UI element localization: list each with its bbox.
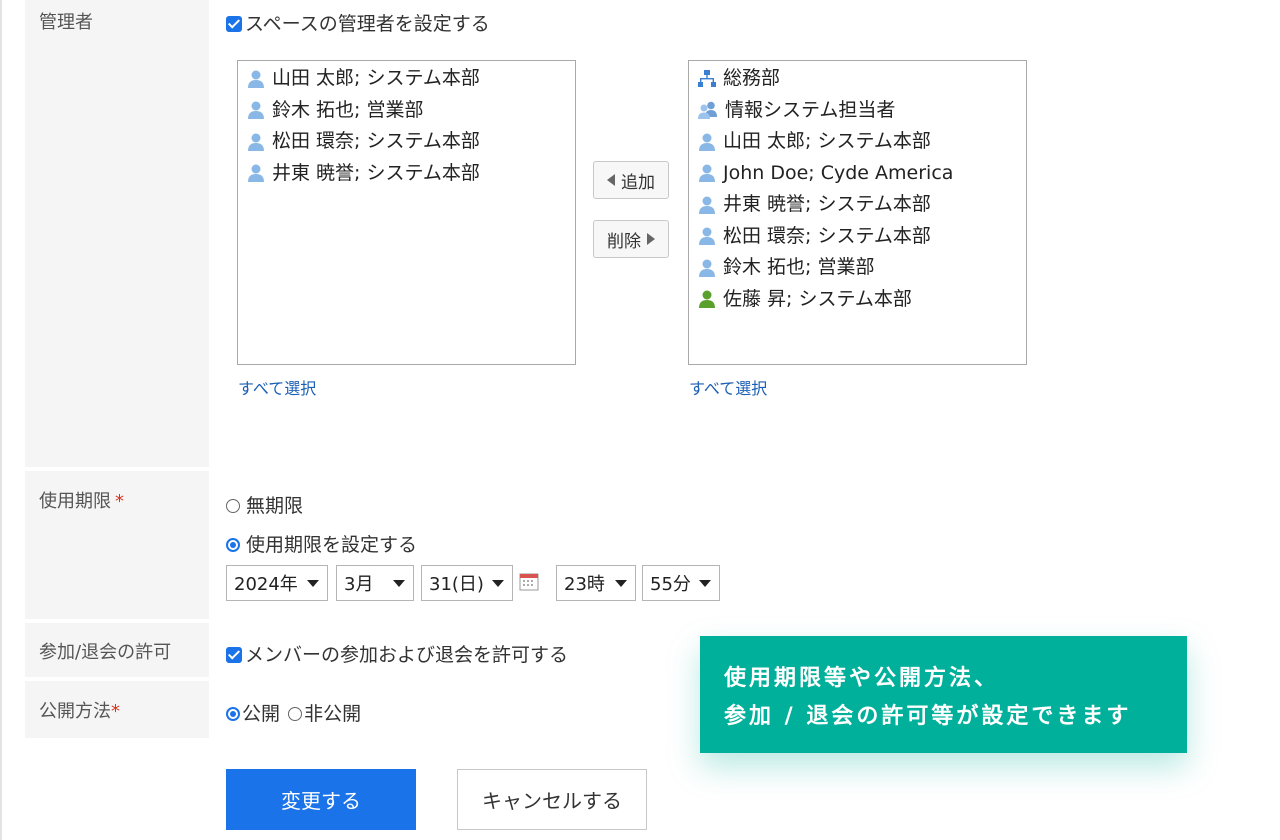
required-mark: * (115, 491, 124, 512)
publish-options: 公開 非公開 (226, 699, 361, 726)
hour-select[interactable]: 23時 (556, 565, 636, 601)
triangle-right-icon (647, 233, 655, 245)
callout-line-2: 参加 / 退会の許可等が設定できます (724, 704, 1132, 729)
list-item-label: 総務部 (723, 67, 781, 89)
cancel-button[interactable]: キャンセルする (457, 769, 647, 830)
admin-label-cell: 管理者 (25, 0, 209, 467)
publish-public-radio[interactable] (226, 707, 240, 721)
chevron-down-icon (615, 580, 627, 587)
chevron-down-icon (699, 580, 711, 587)
list-item-label: 松田 環奈; システム本部 (723, 224, 931, 247)
list-item[interactable]: 鈴木 拓也; 営業部 (689, 252, 1026, 284)
expiry-set-option[interactable]: 使用期限を設定する (226, 530, 417, 557)
add-button[interactable]: 追加 (593, 161, 669, 199)
publish-label-cell: 公開方法* (25, 681, 209, 738)
admin-checkbox[interactable] (226, 16, 242, 32)
expiry-label: 使用期限 * (39, 491, 124, 512)
list-item[interactable]: 総務部 (689, 63, 1026, 95)
admin-label: 管理者 (39, 12, 93, 33)
list-item-label: 鈴木 拓也; 営業部 (723, 256, 875, 278)
participation-checkbox[interactable] (226, 647, 242, 663)
list-item[interactable]: 山田 太郎; システム本部 (689, 126, 1026, 158)
submit-button[interactable]: 変更する (226, 769, 416, 830)
list-item[interactable]: 山田 太郎; システム本部 (238, 63, 575, 95)
list-item[interactable]: 鈴木 拓也; 営業部 (238, 95, 575, 127)
org-icon (697, 69, 723, 89)
remove-button[interactable]: 削除 (593, 220, 669, 258)
list-item[interactable]: 井東 暁誉; システム本部 (689, 189, 1026, 221)
expiry-set-radio[interactable] (226, 538, 240, 552)
list-item-label: 情報システム担当者 (725, 98, 896, 121)
year-select[interactable]: 2024年 (226, 565, 328, 601)
triangle-left-icon (607, 174, 615, 186)
list-item-label: 井東 暁誉; システム本部 (723, 193, 931, 215)
required-mark: * (111, 701, 120, 722)
list-item[interactable]: John Doe; Cyde America (689, 158, 1026, 190)
candidate-list[interactable]: 総務部情報システム担当者山田 太郎; システム本部 John Doe; Cyde … (688, 60, 1027, 365)
user-icon (697, 226, 723, 246)
feature-callout: 使用期限等や公開方法、 参加 / 退会の許可等が設定できます (700, 636, 1187, 753)
select-all-right-link[interactable]: すべて選択 (689, 375, 767, 399)
user-icon (697, 132, 723, 152)
user-icon (697, 163, 723, 183)
chevron-down-icon (393, 580, 405, 587)
user-icon (697, 195, 723, 215)
user-icon (246, 69, 272, 89)
user-green-icon (697, 289, 723, 309)
user-icon (246, 163, 272, 183)
list-item[interactable]: 井東 暁誉; システム本部 (238, 158, 575, 190)
list-item-label: 山田 太郎; システム本部 (272, 67, 480, 89)
expiry-unlimited-radio[interactable] (226, 499, 240, 513)
user-icon (246, 100, 272, 120)
admin-checkbox-label: スペースの管理者を設定する (245, 13, 490, 35)
list-item-label: 松田 環奈; システム本部 (272, 130, 480, 152)
list-item[interactable]: 松田 環奈; システム本部 (238, 126, 575, 158)
selected-admins-list[interactable]: 山田 太郎; システム本部 鈴木 拓也; 営業部松田 環奈; システム本部 井東 暁… (237, 60, 576, 365)
callout-line-1: 使用期限等や公開方法、 (724, 666, 1000, 691)
day-select[interactable]: 31(日) (421, 565, 513, 601)
list-item-label: John Doe; Cyde America (723, 161, 954, 184)
month-select[interactable]: 3月 (336, 565, 414, 601)
group-icon (697, 100, 725, 120)
calendar-icon[interactable] (519, 571, 539, 595)
admin-checkbox-row[interactable]: スペースの管理者を設定する (226, 9, 490, 36)
publish-private-option[interactable]: 非公開 (286, 703, 361, 725)
publish-private-radio[interactable] (288, 707, 303, 721)
list-item-label: 鈴木 拓也; 営業部 (272, 98, 424, 121)
page-left-border (0, 0, 2, 840)
publish-public-option[interactable]: 公開 (226, 703, 280, 725)
chevron-down-icon (307, 580, 319, 587)
publish-label: 公開方法* (39, 701, 120, 722)
list-item[interactable]: 松田 環奈; システム本部 (689, 221, 1026, 253)
list-item[interactable]: 佐藤 昇; システム本部 (689, 284, 1026, 316)
list-item[interactable]: 情報システム担当者 (689, 95, 1026, 127)
participation-checkbox-row[interactable]: メンバーの参加および退会を許可する (226, 640, 568, 667)
participation-label: 参加/退会の許可 (39, 642, 172, 663)
chevron-down-icon (492, 580, 504, 587)
select-all-left-link[interactable]: すべて選択 (238, 375, 316, 399)
list-item-label: 井東 暁誉; システム本部 (272, 161, 480, 184)
participation-checkbox-label: メンバーの参加および退会を許可する (245, 644, 569, 666)
minute-select[interactable]: 55分 (642, 565, 720, 601)
participation-label-cell: 参加/退会の許可 (25, 623, 209, 677)
expiry-label-cell: 使用期限 * (25, 471, 209, 619)
user-icon (697, 258, 723, 278)
expiry-unlimited-option[interactable]: 無期限 (226, 491, 303, 518)
list-item-label: 山田 太郎; システム本部 (723, 130, 931, 152)
list-item-label: 佐藤 昇; システム本部 (723, 287, 912, 310)
user-icon (246, 132, 272, 152)
